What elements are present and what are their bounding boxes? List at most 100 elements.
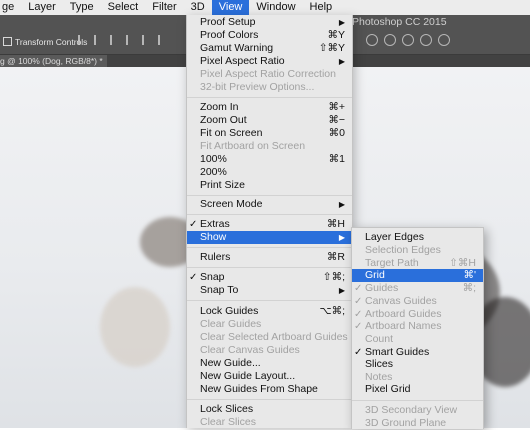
3d-orbit-icon[interactable] <box>366 34 378 46</box>
menu-item-200-percent[interactable]: 200% <box>187 166 352 179</box>
menu-item-label: Screen Mode <box>200 198 263 210</box>
transform-controls-checkbox[interactable]: Transform Controls <box>3 37 87 47</box>
menu-item-print-size[interactable]: Print Size <box>187 179 352 192</box>
menu-item-pixel-aspect-ratio[interactable]: Pixel Aspect Ratio ▶ <box>187 55 352 68</box>
menu-item-label: Lock Slices <box>200 403 254 415</box>
3d-scale-icon[interactable] <box>438 34 450 46</box>
submenu-arrow-icon: ▶ <box>338 286 345 295</box>
submenu-item-pixel-grid[interactable]: Pixel Grid <box>352 383 483 396</box>
menu-item-label: Pixel Aspect Ratio <box>200 55 285 67</box>
submenu-item-canvas-guides: ✓ Canvas Guides <box>352 295 483 308</box>
menu-item-shortcut: ⌘Y <box>327 29 345 41</box>
menu-item-screen-mode[interactable]: Screen Mode ▶ <box>187 198 352 211</box>
menu-ge[interactable]: ge <box>0 0 21 15</box>
menu-item-label: Proof Setup <box>200 16 256 28</box>
transform-controls-label: Transform Controls <box>15 37 88 47</box>
align-middle-icon[interactable] <box>142 35 153 45</box>
menu-item-shortcut: ⌥⌘; <box>319 305 345 317</box>
menu-type[interactable]: Type <box>63 0 101 15</box>
menu-item-label: Clear Selected Artboard Guides <box>200 331 348 343</box>
menu-item-new-guide-layout[interactable]: New Guide Layout... <box>187 370 352 383</box>
menu-item-new-guides-from-shape[interactable]: New Guides From Shape <box>187 383 352 396</box>
checkmark-icon: ✓ <box>354 283 363 294</box>
menu-filter[interactable]: Filter <box>145 0 183 15</box>
align-top-icon[interactable] <box>126 35 137 45</box>
menu-item-clear-canvas-guides: Clear Canvas Guides <box>187 344 352 357</box>
menu-item-label: Show <box>200 231 227 243</box>
menu-layer[interactable]: Layer <box>21 0 63 15</box>
menu-item-snap[interactable]: ✓ Snap ⇧⌘; <box>187 271 352 284</box>
submenu-arrow-icon: ▶ <box>338 18 345 27</box>
menu-item-snap-to[interactable]: Snap To ▶ <box>187 284 352 297</box>
menu-item-label: Zoom In <box>200 101 239 113</box>
menu-item-extras[interactable]: ✓ Extras ⌘H <box>187 218 352 231</box>
menu-item-shortcut: ⇧⌘Y <box>318 42 345 54</box>
submenu-item-layer-edges[interactable]: Layer Edges <box>352 231 483 244</box>
menu-separator <box>187 195 352 196</box>
menu-separator <box>187 214 352 215</box>
menu-item-proof-colors[interactable]: Proof Colors ⌘Y <box>187 29 352 42</box>
submenu-item-guides: ✓ Guides ⌘; <box>352 282 483 295</box>
submenu-item-3d-ground-plane: 3D Ground Plane <box>352 417 483 430</box>
menu-item-show[interactable]: Show ▶ <box>187 231 352 244</box>
submenu-arrow-icon: ▶ <box>338 233 345 242</box>
menu-item-zoom-in[interactable]: Zoom In ⌘+ <box>187 101 352 114</box>
checkmark-icon: ✓ <box>354 296 363 307</box>
align-right-icon[interactable] <box>110 35 121 45</box>
menu-item-label: Guides <box>365 282 399 294</box>
submenu-item-artboard-names: ✓ Artboard Names <box>352 320 483 333</box>
menu-item-label: Snap <box>200 271 225 283</box>
menu-item-label: Grid <box>365 269 385 281</box>
menu-item-label: Artboard Names <box>365 320 442 332</box>
menu-item-label: New Guide... <box>200 357 261 369</box>
show-submenu: Layer Edges Selection Edges Target Path ⇧… <box>351 227 484 429</box>
menu-item-lock-slices[interactable]: Lock Slices <box>187 403 352 416</box>
menu-3d[interactable]: 3D <box>184 0 212 15</box>
menu-item-label: 32-bit Preview Options... <box>200 81 315 93</box>
3d-pan-icon[interactable] <box>402 34 414 46</box>
menu-item-label: Pixel Aspect Ratio Correction <box>200 68 336 80</box>
submenu-item-selection-edges: Selection Edges <box>352 244 483 257</box>
document-tab[interactable]: g @ 100% (Dog, RGB/8*) * <box>0 55 107 67</box>
menu-item-label: Selection Edges <box>365 244 441 256</box>
menu-item-fit-on-screen[interactable]: Fit on Screen ⌘0 <box>187 127 352 140</box>
align-center-icon[interactable] <box>94 35 105 45</box>
menu-item-label: Clear Guides <box>200 318 262 330</box>
menu-item-label: Count <box>365 333 394 345</box>
menu-item-lock-guides[interactable]: Lock Guides ⌥⌘; <box>187 305 352 318</box>
menu-item-fit-artboard-on-screen: Fit Artboard on Screen <box>187 140 352 153</box>
3d-roll-icon[interactable] <box>384 34 396 46</box>
menu-item-zoom-out[interactable]: Zoom Out ⌘− <box>187 114 352 127</box>
menu-help[interactable]: Help <box>303 0 340 15</box>
align-bottom-icon[interactable] <box>158 35 169 45</box>
menu-item-100-percent[interactable]: 100% ⌘1 <box>187 153 352 166</box>
menu-select[interactable]: Select <box>101 0 146 15</box>
checkmark-icon: ✓ <box>354 321 363 332</box>
menu-item-label: Lock Guides <box>200 305 259 317</box>
3d-mode-buttons <box>366 34 450 46</box>
menu-item-clear-slices: Clear Slices <box>187 416 352 429</box>
menu-item-label: New Guides From Shape <box>200 383 318 395</box>
menu-item-shortcut: ⌘; <box>462 282 476 294</box>
menu-item-rulers[interactable]: Rulers ⌘R <box>187 251 352 264</box>
menu-item-shortcut: ⌘− <box>328 114 345 126</box>
checkmark-icon: ✓ <box>189 219 198 230</box>
menu-separator <box>352 400 483 401</box>
menu-view[interactable]: View <box>211 0 250 15</box>
menu-item-shortcut: ⌘H <box>326 218 345 230</box>
menu-item-gamut-warning[interactable]: Gamut Warning ⇧⌘Y <box>187 42 352 55</box>
align-left-icon[interactable] <box>78 35 89 45</box>
menu-item-clear-guides: Clear Guides <box>187 318 352 331</box>
menu-item-proof-setup[interactable]: Proof Setup ▶ <box>187 16 352 29</box>
menu-item-label: Snap To <box>200 284 239 296</box>
menu-item-label: New Guide Layout... <box>200 370 296 382</box>
menu-item-shortcut: ⌘+ <box>328 101 345 113</box>
submenu-item-slices[interactable]: Slices <box>352 358 483 371</box>
menu-window[interactable]: Window <box>249 0 302 15</box>
menu-item-label: Clear Canvas Guides <box>200 344 300 356</box>
3d-slide-icon[interactable] <box>420 34 432 46</box>
submenu-item-grid[interactable]: Grid ⌘' <box>352 269 483 282</box>
menu-item-shortcut: ⌘1 <box>328 153 345 165</box>
menu-item-shortcut: ⌘' <box>463 269 476 281</box>
menu-item-new-guide[interactable]: New Guide... <box>187 357 352 370</box>
